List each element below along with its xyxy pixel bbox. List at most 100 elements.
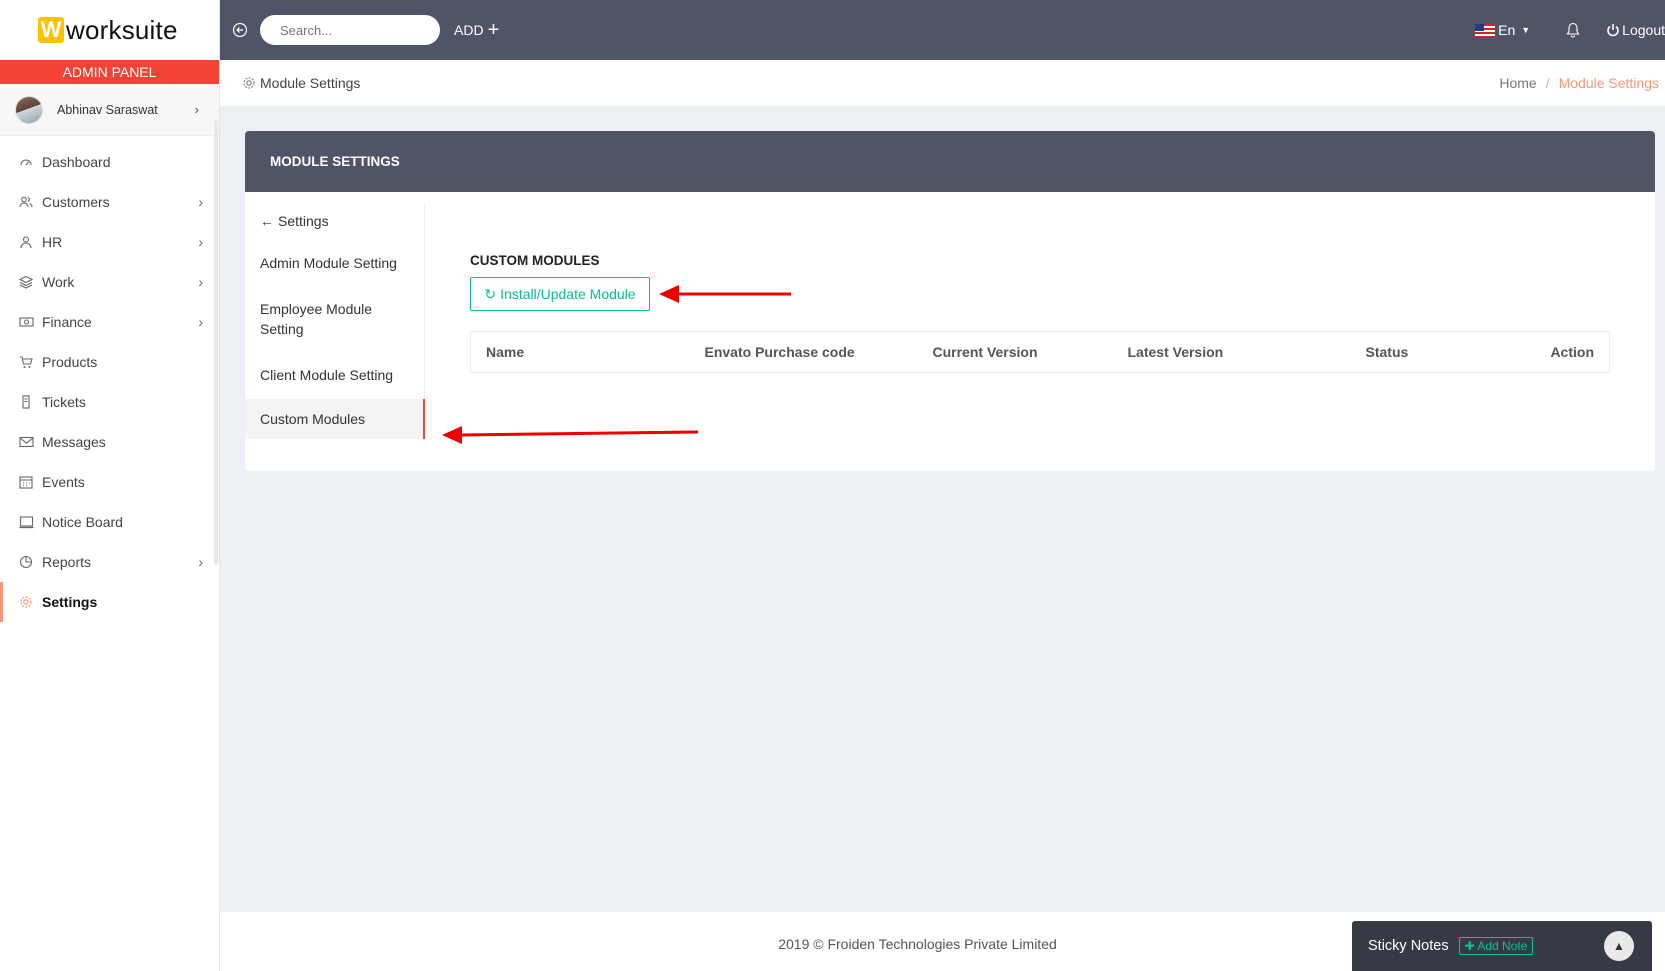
sidebar-item-label: Notice Board — [42, 514, 123, 530]
menu-employee-module-setting[interactable]: Employee Module Setting — [245, 287, 424, 351]
logo[interactable]: W worksuite — [0, 0, 219, 60]
chevron-right-icon: › — [194, 102, 199, 117]
breadcrumb: Home / Module Settings — [1499, 75, 1659, 91]
footer-copyright: 2019 © Froiden Technologies Private Limi… — [778, 936, 1057, 952]
add-note-label: Add Note — [1477, 939, 1528, 953]
sidebar-item-settings[interactable]: Settings — [0, 582, 219, 622]
sidebar-item-work[interactable]: Work › — [0, 262, 219, 302]
install-button-label: Install/Update Module — [500, 286, 636, 302]
money-icon — [18, 314, 34, 330]
envelope-icon — [18, 434, 34, 450]
sidebar-item-dashboard[interactable]: Dashboard — [0, 142, 219, 182]
language-label: En — [1498, 22, 1516, 38]
calendar-icon — [18, 474, 34, 490]
annotation-arrow-install — [659, 285, 791, 303]
chevron-right-icon: › — [198, 554, 203, 570]
col-latest-version: Latest Version — [1127, 344, 1224, 360]
logo-text: worksuite — [66, 14, 178, 45]
screen-icon — [18, 514, 34, 530]
card-header: MODULE SETTINGS — [245, 131, 1655, 192]
bell-icon[interactable] — [1566, 22, 1580, 38]
menu-client-module-setting[interactable]: Client Module Setting — [245, 351, 424, 399]
sidebar-scrollbar[interactable] — [214, 120, 218, 565]
sidebar-item-finance[interactable]: Finance › — [0, 302, 219, 342]
pie-chart-icon — [18, 554, 34, 570]
sidebar-item-label: Reports — [42, 554, 92, 570]
logo-mark: W — [38, 17, 64, 43]
logout-button[interactable]: Logout — [1606, 22, 1665, 38]
sidebar-item-label: Customers — [42, 194, 110, 210]
us-flag-icon — [1475, 23, 1496, 37]
sidebar-item-label: Dashboard — [42, 154, 111, 170]
breadcrumb-home[interactable]: Home — [1499, 75, 1536, 91]
section-title: CUSTOM MODULES — [470, 253, 600, 268]
page-title-bar: Module Settings Home / Module Settings — [220, 60, 1665, 106]
table-header-row: Name Envato Purchase code Current Versio… — [471, 332, 1610, 373]
settings-back-link[interactable]: ← Settings — [245, 203, 424, 239]
language-dropdown[interactable]: En ▼ — [1475, 22, 1530, 38]
annotation-arrow-custom-modules — [442, 426, 699, 444]
col-purchase-code: Envato Purchase code — [704, 344, 855, 360]
customers-icon — [18, 194, 34, 210]
breadcrumb-current: Module Settings — [1558, 75, 1659, 91]
sidebar-item-label: Finance — [42, 314, 92, 330]
search-input[interactable] — [280, 22, 456, 38]
user-name: Abhinav Saraswat — [57, 102, 158, 117]
chevron-right-icon: › — [198, 274, 203, 290]
refresh-icon: ↻ — [484, 285, 497, 302]
chevron-right-icon: › — [198, 314, 203, 330]
menu-admin-module-setting[interactable]: Admin Module Setting — [245, 239, 424, 287]
page-title: Module Settings — [260, 75, 361, 91]
user-profile[interactable]: Abhinav Saraswat › — [0, 84, 219, 136]
sidebar-item-events[interactable]: Events — [0, 462, 219, 502]
logout-label: Logout — [1622, 22, 1665, 38]
sidebar-item-tickets[interactable]: Tickets — [0, 382, 219, 422]
sidebar-item-customers[interactable]: Customers › — [0, 182, 219, 222]
settings-side-menu: ← Settings Admin Module Setting Employee… — [245, 203, 425, 439]
sidebar-item-hr[interactable]: HR › — [0, 222, 219, 262]
chevron-up-icon[interactable]: ▲ — [1604, 931, 1634, 961]
search-box — [260, 15, 456, 45]
sticky-notes-title: Sticky Notes — [1368, 938, 1449, 954]
sidebar-item-products[interactable]: Products — [0, 342, 219, 382]
gear-icon — [18, 594, 34, 610]
collapse-sidebar-icon[interactable] — [232, 22, 248, 38]
avatar — [15, 95, 43, 124]
power-icon — [1607, 24, 1619, 37]
arrow-left-icon: ← — [260, 213, 274, 229]
sidebar-item-label: HR — [42, 234, 63, 250]
plus-icon: + — [487, 19, 500, 41]
sidebar-item-label: Work — [42, 274, 75, 290]
col-status: Status — [1365, 344, 1409, 360]
install-update-module-button[interactable]: ↻ Install/Update Module — [470, 277, 650, 311]
dashboard-icon — [18, 154, 34, 170]
settings-back-label: Settings — [278, 213, 329, 229]
sidebar-item-label: Events — [42, 474, 85, 490]
add-note-button[interactable]: ✚ Add Note — [1458, 937, 1534, 955]
sidebar-item-label: Settings — [42, 594, 98, 610]
gear-icon — [243, 77, 255, 89]
topbar-right: En ▼ Logout — [1475, 22, 1665, 38]
sidebar-item-reports[interactable]: Reports › — [0, 542, 219, 582]
ticket-icon — [18, 394, 34, 410]
col-name: Name — [486, 344, 525, 360]
sidebar-item-messages[interactable]: Messages — [0, 422, 219, 462]
custom-modules-table: Name Envato Purchase code Current Versio… — [470, 331, 1610, 373]
sidebar-item-label: Tickets — [42, 394, 86, 410]
col-current-version: Current Version — [932, 344, 1038, 360]
sticky-notes-panel: Sticky Notes ✚ Add Note ▲ — [1352, 921, 1652, 971]
add-button[interactable]: ADD + — [454, 20, 499, 40]
sidebar-item-notice-board[interactable]: Notice Board — [0, 502, 219, 542]
sidebar-item-label: Messages — [42, 434, 106, 450]
topbar: ADD + En ▼ Logout — [220, 0, 1665, 60]
chevron-right-icon: › — [198, 234, 203, 250]
sidebar-item-label: Products — [42, 354, 98, 370]
user-icon — [18, 234, 34, 250]
menu-custom-modules[interactable]: Custom Modules — [245, 399, 425, 439]
chevron-right-icon: › — [198, 194, 203, 210]
caret-down-icon: ▼ — [1521, 25, 1531, 35]
sidebar: W worksuite ADMIN PANEL Abhinav Saraswat… — [0, 0, 220, 971]
cart-icon — [18, 354, 34, 370]
breadcrumb-separator: / — [1545, 75, 1550, 91]
col-action: Action — [1550, 344, 1594, 360]
